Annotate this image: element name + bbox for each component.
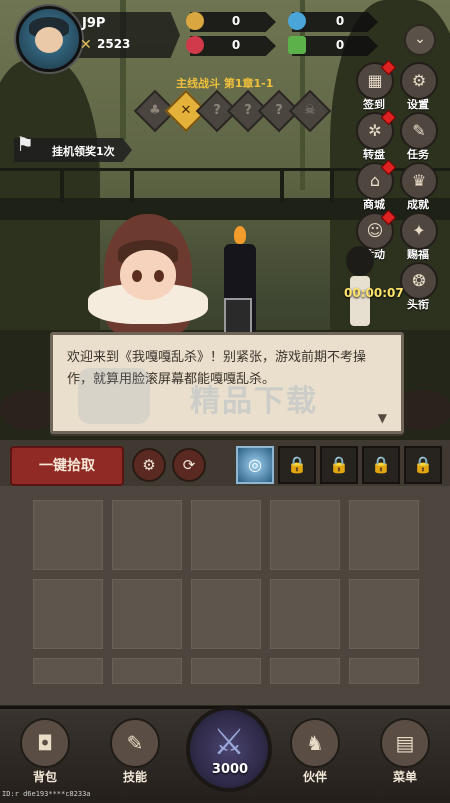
settings-button[interactable]: ⚙ 设置 <box>400 62 438 112</box>
wheel-button[interactable]: ✲ 转盘 <box>356 109 397 162</box>
inventory-slot[interactable] <box>191 500 261 570</box>
inventory-slot[interactable] <box>33 579 103 649</box>
inventory-slot[interactable] <box>349 579 419 649</box>
skill-slot-locked[interactable]: 🔒 <box>362 446 400 484</box>
nav-partner[interactable]: ♞ 伙伴 <box>284 718 346 785</box>
lock-icon: 🔒 <box>287 455 307 474</box>
gear-icon: ⚙ <box>142 456 156 474</box>
lock-icon: 🔒 <box>413 455 433 474</box>
inventory-slot[interactable] <box>112 579 182 649</box>
device-id: ID:r d6e193****c8233a <box>2 790 91 798</box>
axe-flag-icon: ⚑ <box>16 132 34 156</box>
title-icon: ❂ <box>412 271 426 290</box>
bridge-post <box>280 168 284 202</box>
nav-battle[interactable]: ⚔ <box>186 706 272 792</box>
bridge-post <box>60 168 64 202</box>
watermark-logo <box>78 368 150 424</box>
blue-gem-icon <box>288 12 306 30</box>
resource-blue-gem-value: 0 <box>335 14 345 28</box>
inventory-settings-button[interactable]: ⚙ <box>132 448 166 482</box>
inventory-slot[interactable] <box>270 500 340 570</box>
partner-helmet-icon: ♞ <box>290 718 340 768</box>
bridge-post <box>330 168 334 202</box>
inventory-slot[interactable] <box>349 500 419 570</box>
shop-button[interactable]: ⌂ 商城 <box>356 159 397 212</box>
nav-skills-label: 技能 <box>122 770 147 784</box>
battle-value: 3000 <box>211 762 249 777</box>
inventory-slot[interactable] <box>191 579 261 649</box>
skill-slot-locked[interactable]: 🔒 <box>320 446 358 484</box>
next-arrow-icon: ▼ <box>377 411 387 425</box>
title-button[interactable]: ❂ 头衔 <box>400 262 438 312</box>
inventory-slot[interactable] <box>112 500 182 570</box>
green-cash-icon <box>288 36 306 54</box>
nav-bag[interactable]: ◘ 背包 <box>14 718 76 785</box>
trophy-icon: ♛ <box>411 171 427 190</box>
player-power: 2523 <box>97 37 131 51</box>
lock-icon: 🔒 <box>329 455 349 474</box>
signin-button[interactable]: ▦ 签到 <box>356 59 397 112</box>
achievement-button[interactable]: ♛ 成就 <box>400 162 438 212</box>
pick-all-button[interactable]: 一键拾取 <box>10 446 124 486</box>
tasks-button[interactable]: ✎ 任务 <box>400 112 438 162</box>
watermark-text: 精品下载 <box>190 384 318 419</box>
bridge-post <box>130 168 134 202</box>
calendar-icon: ▦ <box>367 71 383 90</box>
map-icon: ▤ <box>380 718 430 768</box>
inventory-slot[interactable] <box>112 658 182 684</box>
backpack-icon: ◘ <box>20 718 70 768</box>
crossed-swords-icon: ⚔ <box>212 722 246 763</box>
inventory-slot[interactable] <box>270 579 340 649</box>
inventory-slot[interactable] <box>349 658 419 684</box>
crossed-swords-icon: ✕ <box>80 37 92 53</box>
collapse-button[interactable]: ⌄ <box>404 24 436 56</box>
gold-coin-icon <box>186 12 204 30</box>
skill-slot-locked[interactable]: 🔒 <box>278 446 316 484</box>
nav-skills[interactable]: ✎ 技能 <box>104 718 166 785</box>
resource-gold-value: 0 <box>231 14 241 28</box>
inventory-slot[interactable] <box>270 658 340 684</box>
afk-reward-label: 挂机领奖1次 <box>52 145 115 158</box>
nav-bag-label: 背包 <box>32 770 57 784</box>
player-avatar[interactable] <box>16 6 82 72</box>
whirlwind-icon: ◎ <box>248 455 262 474</box>
resource-cash-value: 0 <box>335 38 345 52</box>
nav-menu[interactable]: ▤ 菜单 <box>374 718 436 785</box>
inventory-slot[interactable] <box>33 500 103 570</box>
inventory-slot[interactable] <box>191 658 261 684</box>
red-gem-icon <box>186 36 204 54</box>
auto-refresh-button[interactable]: ⟳ <box>172 448 206 482</box>
battle-timer: 00:00:07 <box>344 286 404 300</box>
blessing-icon: ✦ <box>412 221 426 240</box>
inventory-slot[interactable] <box>33 658 103 684</box>
player-name: J9P <box>82 16 106 31</box>
skill-slot-locked[interactable]: 🔒 <box>404 446 442 484</box>
skill-scroll-icon: ✎ <box>110 718 160 768</box>
event-icon: ☺ <box>366 221 384 240</box>
lock-icon: 🔒 <box>371 455 391 474</box>
dark-totem <box>210 226 270 336</box>
scroll-icon: ✎ <box>412 121 426 140</box>
refresh-icon: ⟳ <box>182 456 196 474</box>
resource-red-gem-value: 0 <box>231 38 241 52</box>
gear-icon: ⚙ <box>411 71 427 90</box>
shop-icon: ⌂ <box>369 171 381 190</box>
nav-partner-label: 伙伴 <box>302 770 327 784</box>
skill-slot-1[interactable]: ◎ <box>236 446 274 484</box>
wheel-icon: ✲ <box>368 121 382 140</box>
blessing-button[interactable]: ✦ 赐福 <box>400 212 438 262</box>
chevron-down-icon: ⌄ <box>414 31 426 47</box>
guide-character <box>84 214 214 344</box>
nav-menu-label: 菜单 <box>392 770 417 784</box>
stage-title: 主线战斗 第1章1-1 <box>176 77 274 90</box>
